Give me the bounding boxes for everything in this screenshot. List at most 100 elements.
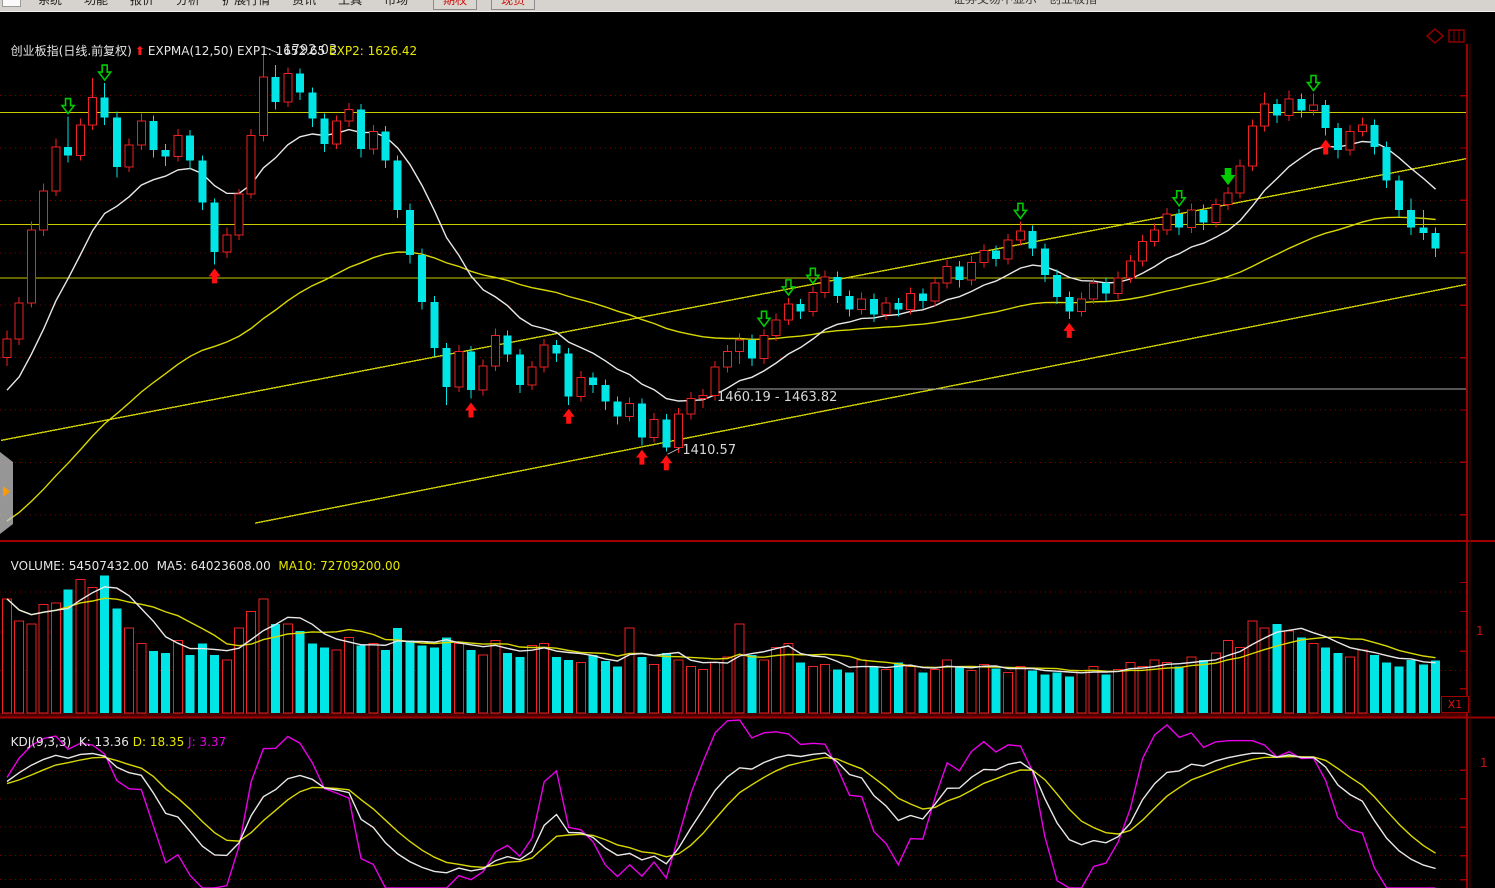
candle-body bbox=[186, 135, 194, 160]
candle-body bbox=[907, 294, 915, 310]
volume-bar bbox=[100, 576, 109, 713]
candle-body bbox=[369, 131, 377, 149]
candle-body bbox=[528, 367, 536, 385]
candle-body bbox=[626, 404, 634, 417]
grid-view-icon[interactable] bbox=[1449, 30, 1464, 42]
volume-bar bbox=[1333, 653, 1342, 713]
buy-signal-arrow bbox=[660, 455, 672, 470]
volume-bar bbox=[515, 657, 524, 713]
volume-ma10-line bbox=[7, 598, 1436, 671]
candle-body bbox=[1334, 128, 1342, 150]
candle-body bbox=[64, 147, 72, 155]
candle-body bbox=[1114, 278, 1122, 294]
candle-body bbox=[40, 191, 48, 230]
candle-body bbox=[784, 304, 792, 320]
volume-bar bbox=[51, 603, 60, 713]
volume-bar bbox=[1419, 665, 1428, 713]
candle-body bbox=[1187, 210, 1195, 228]
indicator-name[interactable]: EXPMA(12,50) bbox=[148, 44, 233, 58]
candle-body bbox=[284, 74, 292, 102]
sell-signal-arrow bbox=[62, 99, 74, 114]
candle-body bbox=[882, 303, 890, 315]
sell-signal-arrow bbox=[782, 280, 794, 295]
volume-bar bbox=[418, 645, 427, 713]
volume-bar bbox=[1138, 667, 1147, 713]
candle-body bbox=[1346, 131, 1354, 150]
candle-body bbox=[88, 98, 96, 125]
volume-bar bbox=[357, 645, 366, 713]
candle-body bbox=[1371, 125, 1379, 147]
volume-bar bbox=[552, 657, 561, 713]
sell-signal-arrow bbox=[1222, 169, 1234, 184]
candle-body bbox=[1432, 233, 1440, 249]
candle-body bbox=[809, 293, 817, 312]
candle-body bbox=[247, 135, 255, 194]
candle-body bbox=[858, 299, 866, 309]
candle-body bbox=[1163, 214, 1171, 230]
volume-bar bbox=[601, 661, 610, 713]
volume-bar bbox=[1248, 621, 1257, 713]
sell-signal-arrow bbox=[1014, 203, 1026, 218]
candle-body bbox=[748, 340, 756, 359]
volume-bar bbox=[344, 638, 353, 713]
candle-body bbox=[1053, 275, 1061, 297]
sell-signal-arrow bbox=[99, 65, 111, 80]
chart-canvas[interactable] bbox=[0, 0, 1495, 888]
candle-body bbox=[821, 277, 829, 293]
candle-body bbox=[919, 294, 927, 301]
candle-body bbox=[797, 304, 805, 311]
candle-body bbox=[614, 402, 622, 417]
candle-body bbox=[101, 98, 109, 118]
candle-body bbox=[1224, 193, 1232, 205]
candle-body bbox=[1102, 283, 1110, 293]
candle-body bbox=[430, 302, 438, 348]
volume-bar bbox=[564, 660, 573, 713]
candle-body bbox=[113, 118, 121, 167]
candle-body bbox=[357, 109, 365, 149]
volume-bar bbox=[833, 670, 842, 714]
candle-body bbox=[1261, 104, 1269, 126]
candle-body bbox=[1077, 299, 1085, 312]
trading-terminal-window: { "window": { "title_right": "证券交易不显示 - … bbox=[0, 0, 1495, 888]
candle-body bbox=[296, 74, 304, 93]
candle-body bbox=[577, 378, 585, 397]
volume-bar bbox=[234, 628, 243, 713]
volume-bar bbox=[1004, 672, 1013, 713]
sell-signal-arrow bbox=[1173, 191, 1185, 206]
candle-body bbox=[1297, 99, 1305, 111]
volume-bar bbox=[625, 628, 634, 713]
volume-bar bbox=[992, 669, 1001, 713]
volume-bar bbox=[955, 667, 964, 713]
kdj-indicator-name[interactable]: KDJ(9,3,3) bbox=[11, 735, 72, 749]
period-selector[interactable]: X1 bbox=[1441, 696, 1469, 713]
kdj-d-value: D: 18.35 bbox=[133, 735, 184, 749]
volume-bar bbox=[491, 641, 500, 714]
volume-bar bbox=[308, 643, 317, 713]
candle-body bbox=[833, 277, 841, 296]
volume-bar bbox=[674, 660, 683, 713]
candle-body bbox=[540, 345, 548, 367]
volume-bar bbox=[796, 663, 805, 713]
candle-body bbox=[943, 266, 951, 283]
volume-bar bbox=[479, 655, 488, 713]
candle-body bbox=[150, 121, 158, 150]
buy-signal-arrow bbox=[636, 450, 648, 465]
kdj-axis-label: 1 bbox=[1480, 756, 1488, 770]
buy-signal-arrow bbox=[1063, 323, 1075, 338]
candle-body bbox=[1065, 297, 1073, 312]
volume-ma5-value: MA5: 64023608.00 bbox=[157, 559, 271, 573]
candle-body bbox=[980, 251, 988, 263]
candle-body bbox=[699, 395, 707, 398]
volume-bar bbox=[1370, 655, 1379, 713]
candle-body bbox=[760, 336, 768, 359]
candle-body bbox=[1016, 231, 1024, 240]
volume-bar bbox=[381, 650, 390, 713]
volume-bar bbox=[918, 672, 927, 713]
kdj-j-value: J: 3.37 bbox=[188, 735, 226, 749]
candle-body bbox=[1151, 230, 1159, 242]
volume-value[interactable]: VOLUME: 54507432.00 bbox=[11, 559, 149, 573]
candle-body bbox=[418, 255, 426, 302]
diamond-icon[interactable] bbox=[1427, 29, 1443, 43]
candle-body bbox=[455, 351, 463, 387]
volume-bar bbox=[454, 643, 463, 713]
